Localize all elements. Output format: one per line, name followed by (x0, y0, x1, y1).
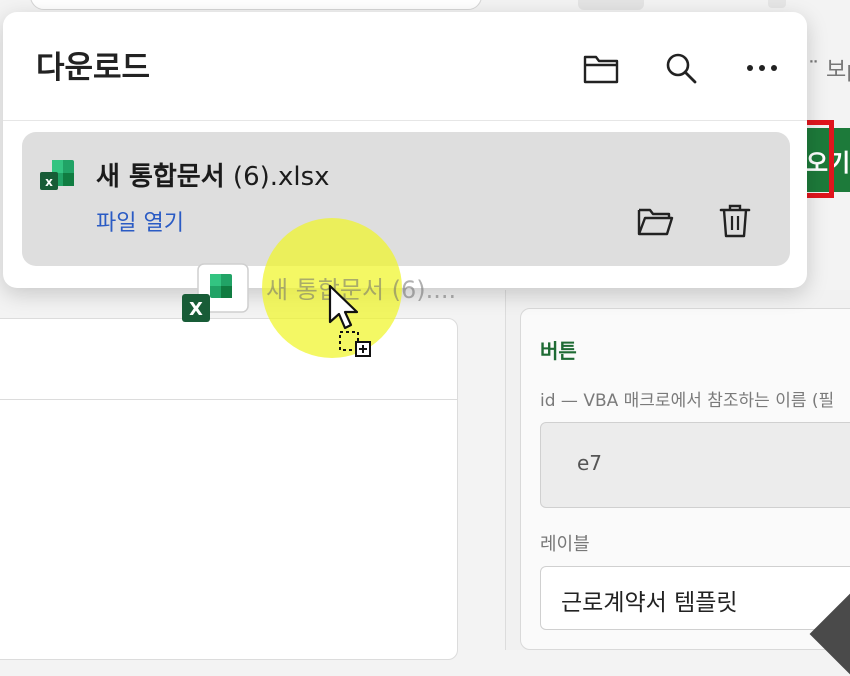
background-toolbar-text: ¨ 보р (808, 58, 850, 83)
id-hint: id — VBA 매크로에서 참조하는 이름 (필 (540, 391, 835, 411)
left-panel (0, 318, 458, 660)
download-filename: 새 통합문서 (6).xlsx (96, 162, 330, 192)
address-bar[interactable] (30, 0, 482, 10)
toolbar-tab-small[interactable] (768, 0, 786, 8)
toolbar-tab[interactable] (578, 0, 644, 10)
divider (3, 120, 807, 121)
label-caption: 레이블 (540, 534, 590, 555)
show-in-folder-icon[interactable] (635, 202, 675, 240)
id-field[interactable]: e7 (540, 422, 850, 508)
svg-text:x: x (45, 175, 53, 189)
downloads-title: 다운로드 (36, 50, 151, 86)
svg-text:X: X (189, 299, 203, 320)
label-field-value: 근로계약서 템플릿 (561, 590, 738, 616)
card-title: 버튼 (540, 339, 577, 363)
excel-file-icon: x (38, 156, 78, 196)
drag-copy-cursor-icon (326, 284, 376, 364)
drag-ghost-excel-icon: X (180, 262, 250, 324)
more-options-icon[interactable] (742, 48, 782, 88)
download-item[interactable] (22, 132, 790, 266)
label-field[interactable]: 근로계약서 템플릿 (540, 566, 850, 630)
open-file-link[interactable]: 파일 열기 (96, 205, 184, 237)
id-field-value: e7 (577, 451, 603, 475)
delete-trash-icon[interactable] (715, 202, 755, 240)
search-icon[interactable] (661, 48, 701, 88)
open-downloads-folder-icon[interactable] (581, 48, 621, 88)
